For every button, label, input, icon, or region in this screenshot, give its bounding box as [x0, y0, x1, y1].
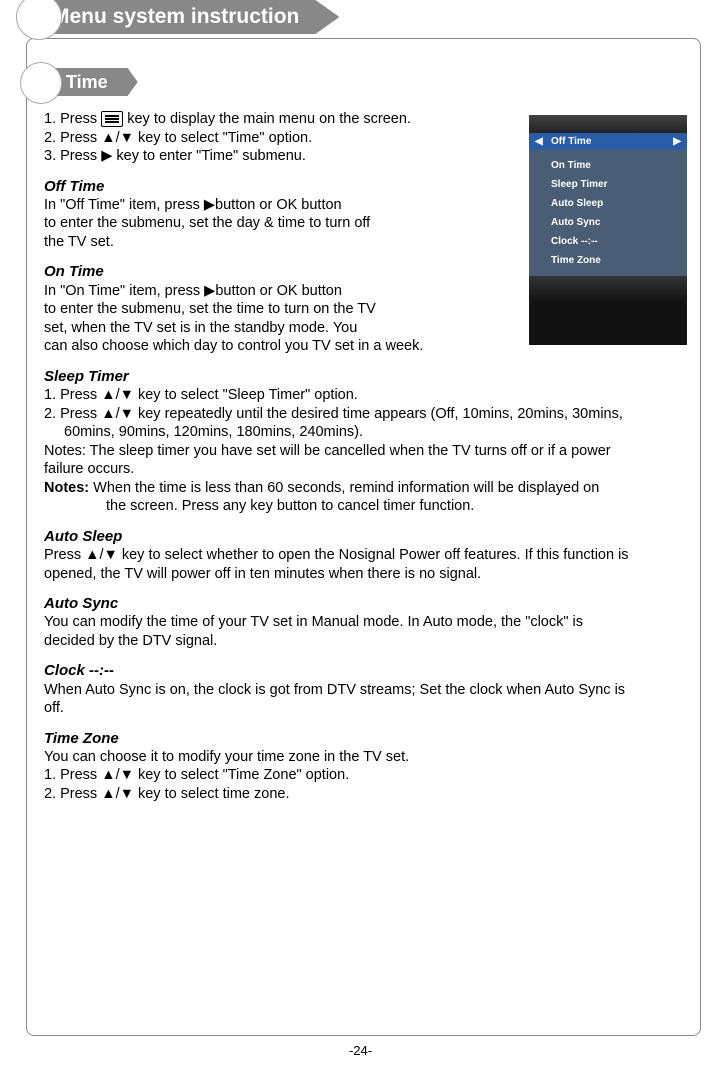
text: When the time is less than 60 seconds, r… [89, 480, 599, 496]
notes-label: Notes: [44, 480, 89, 496]
text: off. [44, 699, 687, 718]
heading-time-zone: Time Zone [44, 729, 687, 748]
text: You can modify the time of your TV set i… [44, 613, 687, 632]
text: You can choose it to modify your time zo… [44, 748, 687, 767]
text: 1. Press ▲/▼ key to select "Sleep Timer"… [44, 386, 687, 405]
text: to enter the submenu, set the time to tu… [44, 300, 687, 319]
text: the screen. Press any key button to canc… [44, 497, 687, 516]
text: When Auto Sync is on, the clock is got f… [44, 681, 687, 700]
text: opened, the TV will power off in ten min… [44, 565, 687, 584]
heading-off-time: Off Time [44, 177, 687, 196]
section-tab-text: Time [66, 72, 108, 92]
text: 2. Press ▲/▼ key repeatedly until the de… [44, 405, 687, 424]
heading-on-time: On Time [44, 262, 687, 281]
intro-step-2: 2. Press ▲/▼ key to select "Time" option… [44, 129, 687, 148]
intro-step-1: 1. Press key to display the main menu on… [44, 110, 687, 129]
text: 1. Press ▲/▼ key to select "Time Zone" o… [44, 766, 687, 785]
body-content: 1. Press key to display the main menu on… [44, 110, 687, 804]
header-circle-decoration [16, 0, 62, 40]
text: set, when the TV set is in the standby m… [44, 319, 687, 338]
page-header-tab: Menu system instruction [40, 0, 339, 34]
text: the TV set. [44, 233, 687, 252]
text: key to display the main menu on the scre… [123, 111, 411, 127]
section-circle-decoration [20, 62, 62, 104]
text: 60mins, 90mins, 120mins, 180mins, 240min… [44, 423, 687, 442]
heading-auto-sleep: Auto Sleep [44, 527, 687, 546]
text: decided by the DTV signal. [44, 632, 687, 651]
heading-auto-sync: Auto Sync [44, 594, 687, 613]
text: 1. Press [44, 111, 101, 127]
page-header-text: Menu system instruction [52, 5, 299, 28]
text: In "On Time" item, press ▶button or OK b… [44, 282, 687, 301]
section-tab: Time [54, 68, 138, 96]
menu-key-icon [101, 111, 123, 127]
text: In "Off Time" item, press ▶button or OK … [44, 196, 687, 215]
notes-line: Notes: When the time is less than 60 sec… [44, 479, 687, 498]
text: failure occurs. [44, 460, 687, 479]
heading-clock: Clock --:-- [44, 661, 687, 680]
text: can also choose which day to control you… [44, 337, 687, 356]
text: Press ▲/▼ key to select whether to open … [44, 546, 687, 565]
heading-sleep-timer: Sleep Timer [44, 367, 687, 386]
text: Notes: The sleep timer you have set will… [44, 442, 687, 461]
text: 2. Press ▲/▼ key to select time zone. [44, 785, 687, 804]
intro-step-3: 3. Press ▶ key to enter "Time" submenu. [44, 147, 687, 166]
text: to enter the submenu, set the day & time… [44, 214, 687, 233]
page-number: -24- [0, 1043, 721, 1058]
